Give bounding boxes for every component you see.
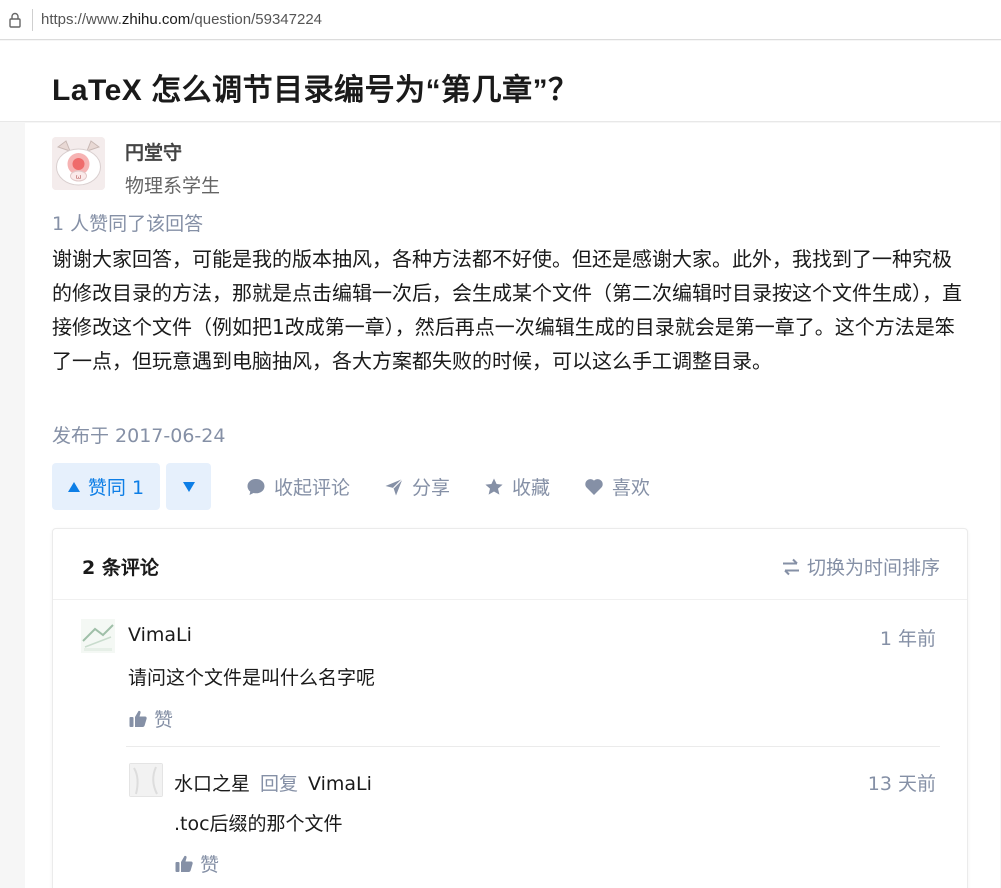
upvote-label: 赞同 1 (87, 477, 145, 499)
favorite-label: 收藏 (512, 477, 551, 499)
thumbs-up-icon (129, 710, 147, 727)
answer-card: ω 円堂守 物理系学生 1 人赞同了该回答 谢谢大家回答，可能是我的版本抽风，各… (25, 123, 1000, 888)
reply-author[interactable]: 水口之星 (174, 773, 250, 795)
comment-avatar[interactable] (81, 619, 115, 653)
comment-time: 1 年前 (879, 628, 936, 650)
reply-like-button[interactable]: 赞 (174, 850, 219, 877)
avatar[interactable]: ω (52, 137, 105, 190)
browser-address-bar[interactable]: https://www.zhihu.com/question/59347224 (0, 0, 1001, 40)
downvote-triangle-icon (182, 481, 195, 492)
heart-icon (585, 478, 603, 495)
reply-avatar[interactable] (129, 763, 163, 797)
url-host: zhihu.com (121, 11, 191, 28)
question-title[interactable]: LaTeX 怎么调节目录编号为“第几章”？ (52, 65, 579, 109)
sort-label: 切换为时间排序 (806, 557, 940, 579)
comment-bubble-icon (247, 478, 265, 495)
author-name[interactable]: 円堂守 (125, 138, 220, 165)
downvote-button[interactable] (166, 463, 211, 510)
share-label: 分享 (412, 477, 451, 499)
paper-plane-icon (385, 478, 403, 495)
favorite-button[interactable]: 收藏 (484, 473, 550, 500)
answer-author: ω 円堂守 物理系学生 (52, 137, 220, 198)
lock-icon (4, 9, 26, 31)
collapse-comments-label: 收起评论 (274, 477, 351, 499)
answer-actions: 赞同 1 收起评论 分享 收藏 喜欢 (52, 463, 650, 510)
collapse-comments-button[interactable]: 收起评论 (246, 473, 350, 500)
comment-like-label: 赞 (154, 709, 174, 731)
comment-text: 请问这个文件是叫什么名字呢 (128, 667, 376, 689)
url-path: /question/59347224 (190, 11, 323, 28)
comments-header: 2 条评论 切换为时间排序 (53, 529, 967, 600)
comment-author[interactable]: VimaLi (128, 624, 192, 646)
reply-time: 13 天前 (867, 773, 936, 795)
publish-time[interactable]: 发布于 2017-06-24 (52, 421, 225, 448)
reply-word: 回复 (260, 773, 299, 795)
answer-content: 谢谢大家回答，可能是我的版本抽风，各种方法都不好使。但还是感谢大家。此外，我找到… (52, 247, 962, 373)
comments-panel: 2 条评论 切换为时间排序 VimaLi 1 年前 请问这个文件是叫什么名字呢 (52, 528, 968, 888)
comments-count: 2 条评论 (82, 557, 159, 579)
share-button[interactable]: 分享 (384, 473, 450, 500)
author-bio: 物理系学生 (125, 175, 221, 197)
swap-arrows-icon (782, 558, 799, 575)
sort-toggle-button[interactable]: 切换为时间排序 (781, 553, 940, 580)
upvote-triangle-icon (67, 481, 80, 492)
svg-text:ω: ω (76, 173, 82, 181)
like-button[interactable]: 喜欢 (584, 473, 650, 500)
question-header: LaTeX 怎么调节目录编号为“第几章”？ (0, 41, 1001, 122)
star-icon (485, 478, 503, 495)
reply-author-line: 水口之星 回复 VimaLi (174, 769, 372, 796)
address-divider (32, 8, 33, 31)
url-text[interactable]: https://www.zhihu.com/question/59347224 (41, 11, 322, 28)
upvote-button[interactable]: 赞同 1 (52, 463, 160, 510)
thumbs-up-icon (175, 855, 193, 872)
like-label: 喜欢 (612, 477, 651, 499)
reply-like-label: 赞 (200, 854, 220, 876)
comment-like-button[interactable]: 赞 (128, 705, 173, 732)
page-gutter (0, 123, 25, 888)
reply-to-author[interactable]: VimaLi (308, 773, 372, 795)
vote-count-text: 1 人赞同了该回答 (52, 213, 204, 235)
reply-text: .toc后缀的那个文件 (174, 813, 343, 835)
comment-divider (126, 746, 940, 747)
url-prefix: https://www. (41, 11, 122, 28)
